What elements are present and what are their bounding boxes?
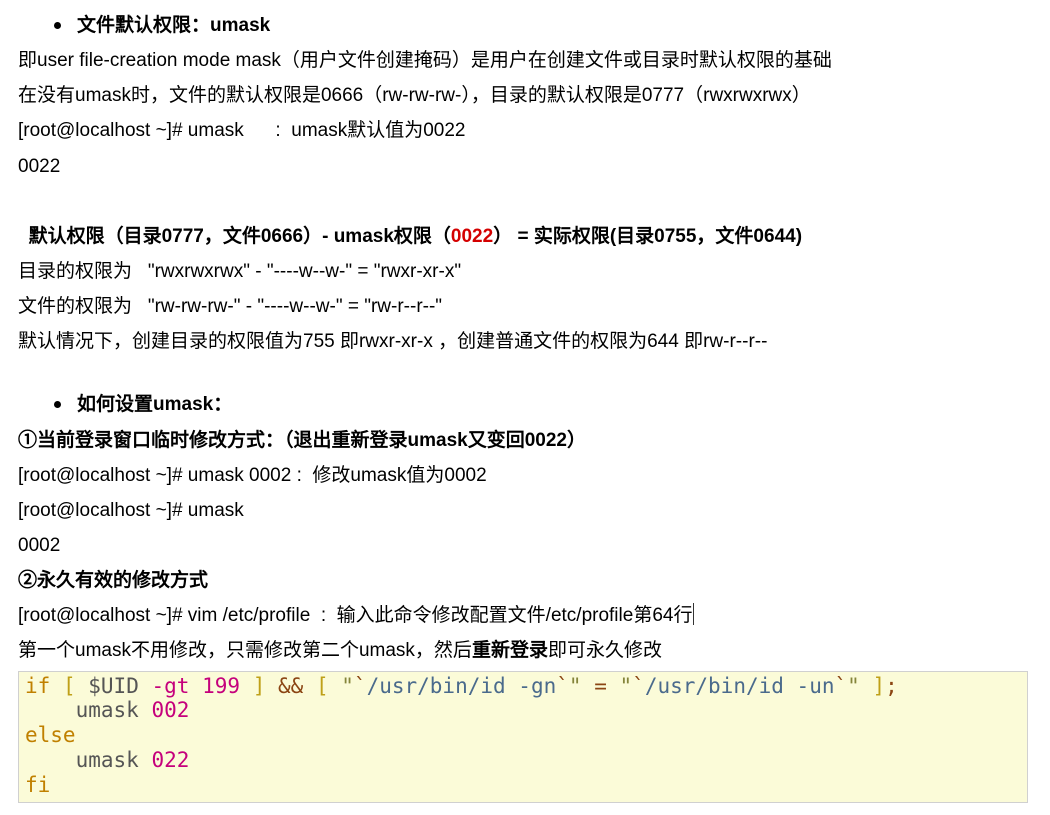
bullet-text-2: 如何设置umask： <box>77 387 232 422</box>
bullet-dot-icon <box>54 401 61 408</box>
shell-umask-command: [root@localhost ~]# umask : umask默认值为002… <box>18 113 1032 148</box>
bullet-dot-icon <box>54 22 61 29</box>
shell-umask-query: [root@localhost ~]# umask <box>18 493 1032 528</box>
paragraph-modify-second-umask: 第一个umask不用修改，只需修改第二个umask，然后重新登录即可永久修改 <box>18 633 1032 668</box>
formula-line: 默认权限（目录0777，文件0666）- umask权限（0022） = 实际权… <box>18 184 1032 254</box>
paragraph-no-umask-defaults: 在没有umask时，文件的默认权限是0666（rw-rw-rw-），目录的默认权… <box>18 78 1032 113</box>
code-line-2: umask 002 <box>25 698 1021 723</box>
paragraph-dir-perm-calc: 目录的权限为 "rwxrwxrwx" - "----w--w-" = "rwxr… <box>18 254 1032 289</box>
code-line-3: else <box>25 723 1021 748</box>
shell-umask-set-0002: [root@localhost ~]# umask 0002 : 修改umask… <box>18 458 1032 493</box>
shell-umask-output-0002: 0002 <box>18 528 1032 563</box>
text-cursor-icon <box>693 603 694 625</box>
shell-vim-profile: [root@localhost ~]# vim /etc/profile : 输… <box>18 598 1032 633</box>
heading-permanent-modify: ②永久有效的修改方式 <box>18 563 1032 598</box>
paragraph-umask-def: 即user file-creation mode mask（用户文件创建掩码）是… <box>18 43 1032 78</box>
bullet-how-to-set-umask: 如何设置umask： <box>54 387 1032 422</box>
formula-part-b: ） = 实际权限(目录0755，文件0644) <box>493 226 802 247</box>
bullet-file-default-permission: 文件默认权限：umask <box>54 8 1032 43</box>
formula-red-0022: 0022 <box>451 226 493 247</box>
code-block-profile: if [ $UID -gt 199 ] && [ "`/usr/bin/id -… <box>18 671 1028 804</box>
code-line-1: if [ $UID -gt 199 ] && [ "`/usr/bin/id -… <box>25 674 1021 699</box>
code-line-4: umask 022 <box>25 748 1021 773</box>
shell-umask-output: 0022 <box>18 149 1032 184</box>
heading-temp-modify: ①当前登录窗口临时修改方式：（退出重新登录umask又变回0022） <box>18 423 1032 458</box>
spacer <box>18 359 1032 387</box>
bullet-text-1: 文件默认权限：umask <box>77 8 270 43</box>
paragraph-default-result: 默认情况下，创建目录的权限值为755 即rwxr-xr-x ，创建普通文件的权限… <box>18 324 1032 359</box>
formula-part-a: 默认权限（目录0777，文件0666）- umask权限（ <box>29 226 451 247</box>
paragraph-file-perm-calc: 文件的权限为 "rw-rw-rw-" - "----w--w-" = "rw-r… <box>18 289 1032 324</box>
code-line-5: fi <box>25 773 1021 798</box>
